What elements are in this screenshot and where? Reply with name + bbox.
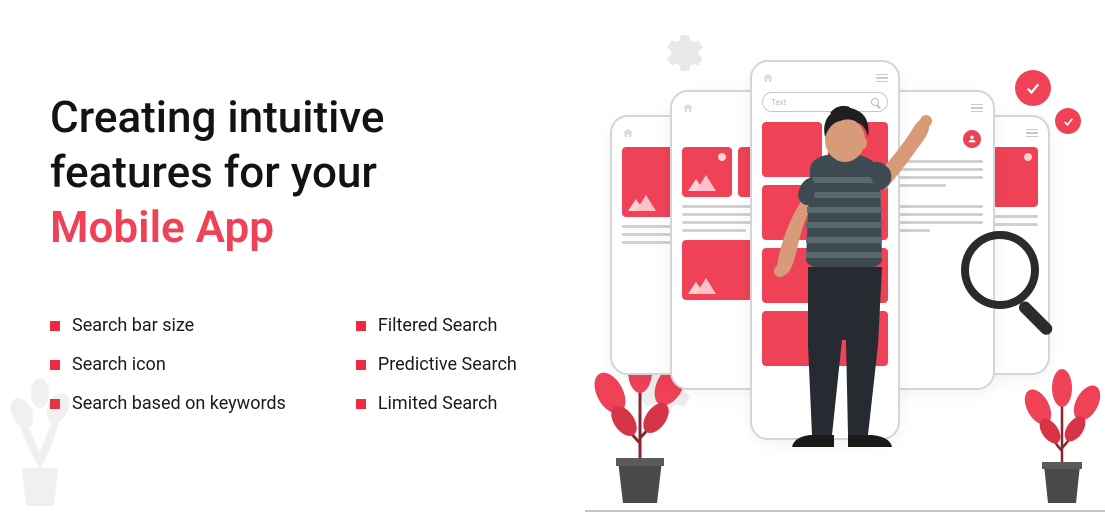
feature-lists: Search bar size Search icon Search based… [50,315,560,432]
list-item-label: Limited Search [378,393,498,414]
list-item-label: Predictive Search [378,354,517,375]
list-item: Filtered Search [356,315,517,336]
ground-line [585,510,1105,512]
list-item: Search bar size [50,315,286,336]
checkmark-badge-icon [1015,70,1051,106]
list-item: Search icon [50,354,286,375]
plant-decoration [1020,353,1105,512]
home-icon [762,72,774,84]
text-content: Creating intuitive features for your Mob… [0,0,560,520]
main-heading: Creating intuitive features for your Mob… [50,90,560,255]
list-item-label: Filtered Search [378,315,498,336]
gear-icon [660,25,710,75]
list-item-label: Search bar size [72,315,194,336]
person-illustration [750,95,940,464]
avatar-icon [963,130,981,148]
bullet-icon [356,399,366,409]
magnifying-glass-icon [955,225,1075,349]
list-item: Search based on keywords [50,393,286,414]
home-icon [622,127,634,139]
plant-decoration [0,358,80,512]
menu-icon [1026,129,1038,138]
banner-container: Creating intuitive features for your Mob… [0,0,1105,520]
heading-line-2: features for your [50,146,377,198]
bullet-icon [356,321,366,331]
bullet-icon [356,360,366,370]
feature-list-2: Filtered Search Predictive Search Limite… [356,315,517,432]
list-item: Predictive Search [356,354,517,375]
heading-accent: Mobile App [50,201,274,253]
checkmark-badge-icon [1055,108,1081,134]
feature-list-1: Search bar size Search icon Search based… [50,315,286,432]
menu-icon [971,104,983,113]
bullet-icon [50,321,60,331]
list-item-label: Search icon [72,354,166,375]
home-icon [682,102,694,114]
list-item-label: Search based on keywords [72,393,286,414]
heading-line-1: Creating intuitive [50,91,384,143]
menu-icon [876,74,888,83]
list-item: Limited Search [356,393,517,414]
